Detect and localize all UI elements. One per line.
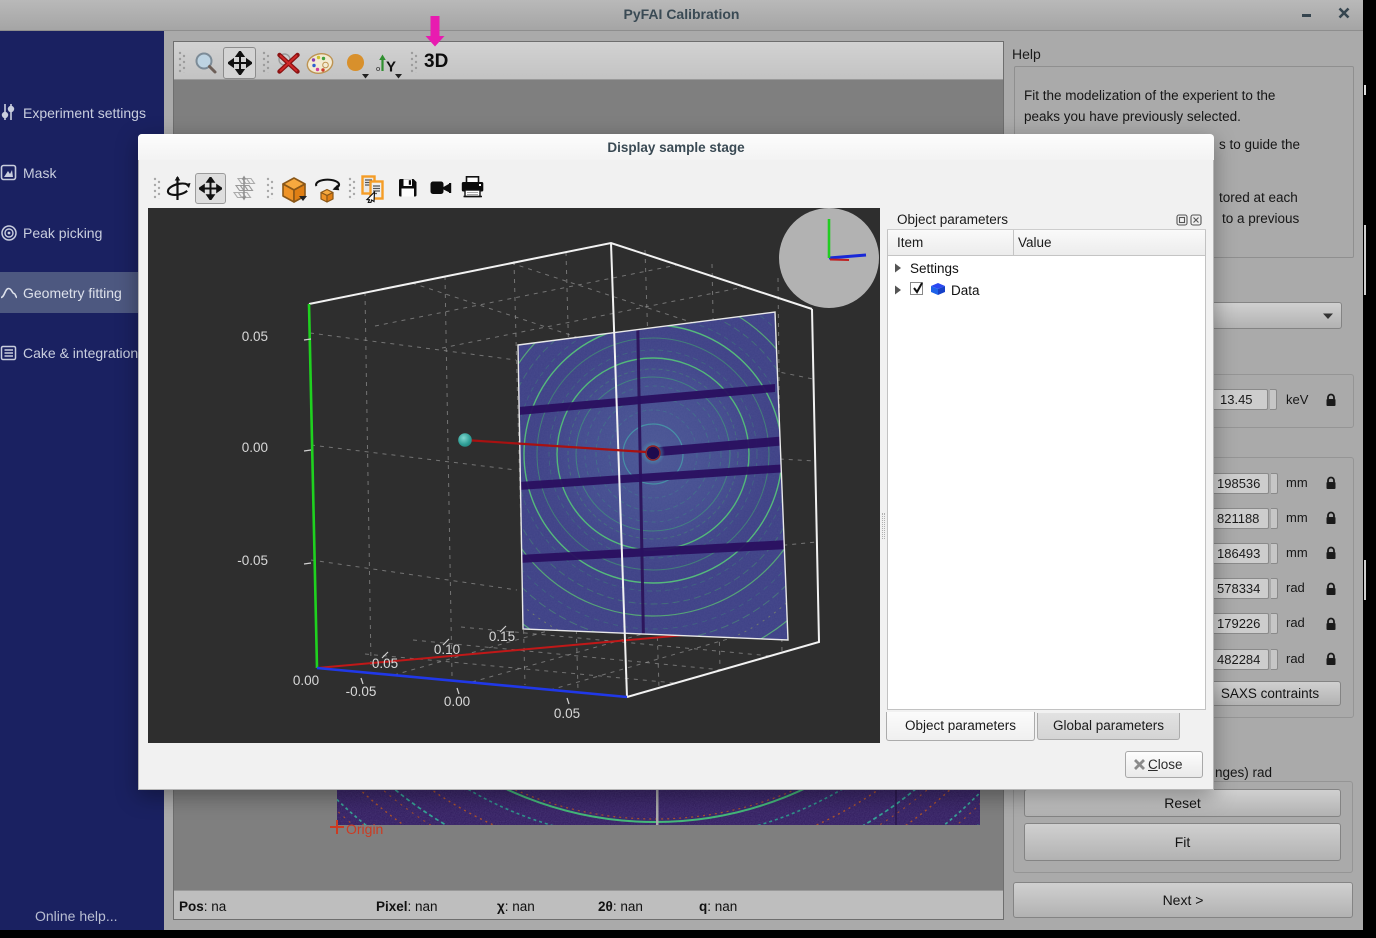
svg-text:0.10: 0.10 xyxy=(434,642,460,657)
svg-text:-0.05: -0.05 xyxy=(237,553,268,568)
svg-text:0.00: 0.00 xyxy=(293,673,319,688)
svg-text:0.15: 0.15 xyxy=(489,629,515,644)
svg-text:o: o xyxy=(376,64,380,73)
svg-text:0.05: 0.05 xyxy=(554,706,580,721)
svg-text:0.05: 0.05 xyxy=(372,656,398,671)
svg-text:-0.05: -0.05 xyxy=(346,684,377,699)
svg-text:0.00: 0.00 xyxy=(242,440,268,455)
svg-text:0.05: 0.05 xyxy=(242,329,268,344)
svg-text:Origin: Origin xyxy=(346,821,383,837)
svg-text:0.00: 0.00 xyxy=(444,694,470,709)
